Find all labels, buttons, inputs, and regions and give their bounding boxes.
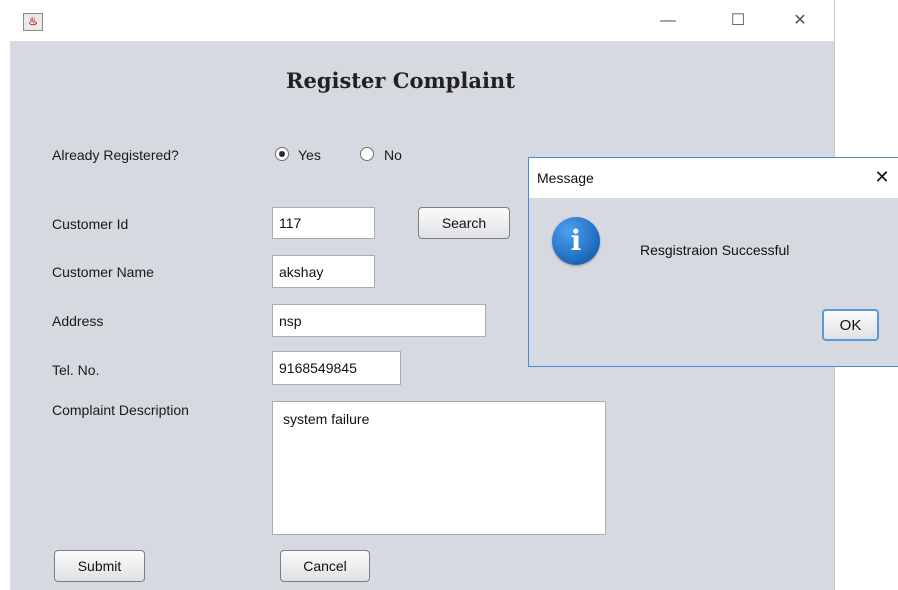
customer-id-label: Customer Id bbox=[52, 216, 129, 232]
customer-name-label: Customer Name bbox=[52, 264, 154, 280]
complaint-description-label: Complaint Description bbox=[52, 402, 189, 418]
info-icon-glyph: i bbox=[570, 224, 582, 257]
minimize-button[interactable]: — bbox=[653, 10, 683, 32]
java-icon: ♨ bbox=[23, 13, 43, 31]
ok-button[interactable]: OK bbox=[822, 309, 879, 341]
page-title: Register Complaint bbox=[286, 68, 515, 93]
radio-no-label[interactable]: No bbox=[384, 147, 402, 163]
radio-yes[interactable] bbox=[275, 147, 289, 161]
cancel-button[interactable]: Cancel bbox=[280, 550, 370, 582]
close-button[interactable]: ✕ bbox=[785, 10, 815, 32]
window-title-bar: ♨ — ☐ ✕ bbox=[0, 0, 834, 40]
info-icon: i bbox=[552, 217, 600, 265]
radio-yes-label[interactable]: Yes bbox=[298, 147, 321, 163]
address-label: Address bbox=[52, 313, 104, 329]
customer-name-input[interactable] bbox=[272, 255, 375, 288]
customer-id-input[interactable] bbox=[272, 207, 375, 239]
address-input[interactable] bbox=[272, 304, 486, 337]
submit-button[interactable]: Submit bbox=[54, 550, 145, 582]
dialog-title: Message bbox=[537, 170, 594, 186]
complaint-description-textarea[interactable]: system failure bbox=[272, 401, 606, 535]
tel-no-label: Tel. No. bbox=[52, 362, 100, 378]
dialog-close-icon[interactable]: ✕ bbox=[872, 166, 892, 188]
maximize-button[interactable]: ☐ bbox=[723, 10, 753, 32]
already-registered-label: Already Registered? bbox=[52, 147, 179, 163]
radio-selected-dot bbox=[279, 151, 285, 157]
message-dialog: Message ✕ i Resgistraion Successful OK bbox=[529, 158, 898, 366]
dialog-message: Resgistraion Successful bbox=[640, 242, 790, 258]
tel-no-input[interactable] bbox=[272, 351, 401, 385]
search-button[interactable]: Search bbox=[418, 207, 510, 239]
dialog-title-bar: Message ✕ bbox=[529, 158, 898, 198]
radio-no[interactable] bbox=[360, 147, 374, 161]
